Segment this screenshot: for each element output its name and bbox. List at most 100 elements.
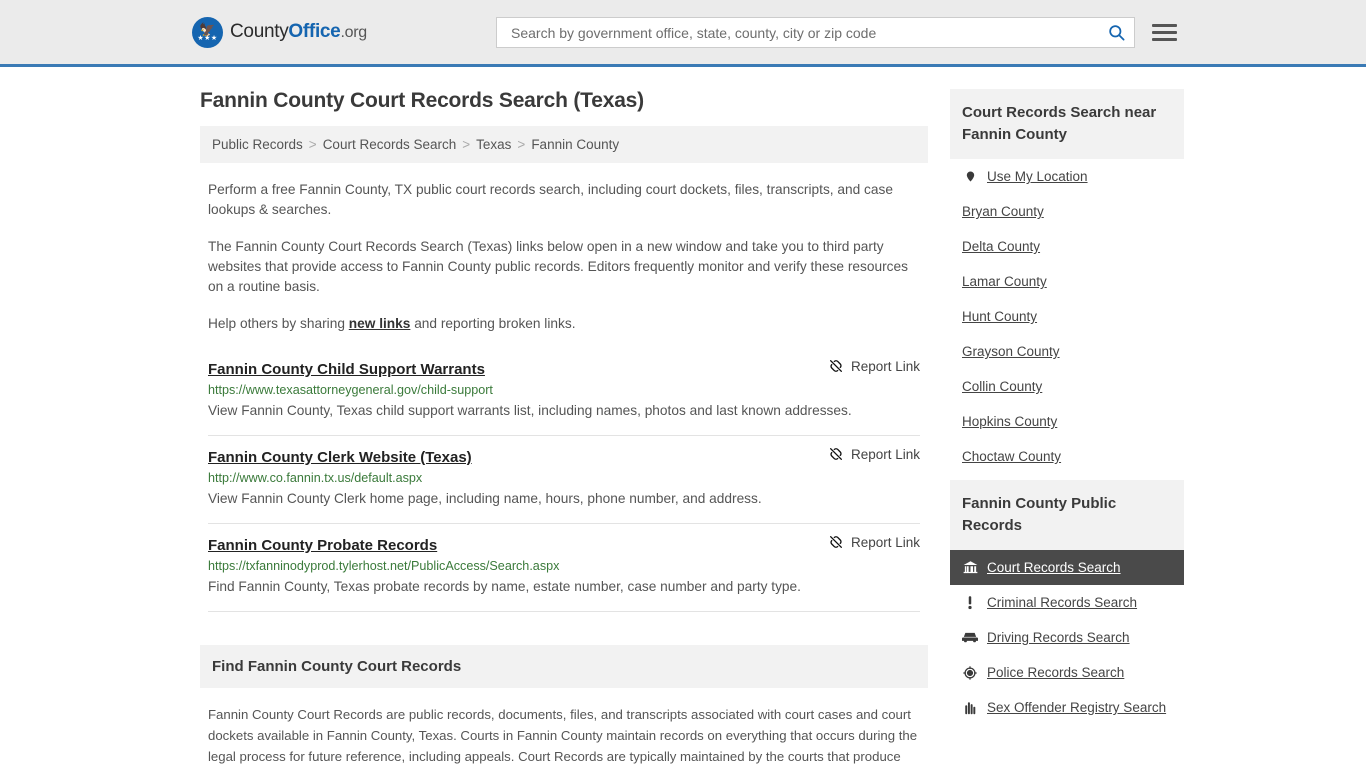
result-url: http://www.co.fannin.tx.us/default.aspx	[208, 471, 423, 485]
eagle-seal-icon: 🦅 ★★★	[192, 16, 223, 48]
public-records-panel: Fannin County Public Records Court Recor…	[950, 480, 1184, 725]
result-header: Fannin County Child Support Warrants Repo…	[208, 358, 920, 379]
nearby-item-hopkins-county[interactable]: Hopkins County	[950, 404, 1184, 439]
result-title-link[interactable]: Fannin County Child Support Warrants	[208, 361, 485, 378]
find-records-heading: Find Fannin County Court Records	[200, 645, 928, 688]
search-box[interactable]	[496, 17, 1135, 48]
result-item: Fannin County Clerk Website (Texas) Repor…	[208, 436, 920, 524]
results-list: Fannin County Child Support Warrants Repo…	[200, 358, 928, 612]
item-label: Grayson County	[962, 344, 1060, 359]
logo-text-county: County	[230, 21, 289, 42]
report-link-button[interactable]: Report Link	[828, 358, 920, 374]
hamburger-bar	[1152, 31, 1177, 34]
nearby-item-use-my-location[interactable]: Use My Location	[950, 159, 1184, 194]
result-url: https://txfanninodyprod.tylerhost.net/Pu…	[208, 559, 560, 573]
nearby-item-lamar-county[interactable]: Lamar County	[950, 264, 1184, 299]
breadcrumb-item-court-records-search[interactable]: Court Records Search	[323, 137, 457, 152]
report-link-label: Report Link	[850, 358, 920, 374]
exclamation-icon	[962, 595, 978, 610]
report-link-label: Report Link	[850, 446, 920, 462]
nearby-item-grayson-county[interactable]: Grayson County	[950, 334, 1184, 369]
item-label: Hunt County	[962, 309, 1038, 324]
nearby-counties-panel: Court Records Search near Fannin County …	[950, 89, 1184, 474]
intro-paragraph-3: Help others by sharing new links and rep…	[200, 314, 928, 334]
intro-paragraph-2: The Fannin County Court Records Search (…	[208, 239, 908, 294]
result-header: Fannin County Probate Records Report Link	[208, 534, 920, 555]
breadcrumb-item-public-records[interactable]: Public Records	[212, 137, 303, 152]
breadcrumb-separator: >	[308, 137, 317, 152]
fingerprint-icon	[962, 700, 978, 715]
site-logo[interactable]: 🦅 ★★★ CountyOffice.org	[192, 16, 367, 48]
logo-text-org: .org	[340, 24, 367, 41]
records-item-sex-offender-registry-search[interactable]: Sex Offender Registry Search	[950, 690, 1184, 725]
records-item-police-records-search[interactable]: Police Records Search	[950, 655, 1184, 690]
result-title-link[interactable]: Fannin County Probate Records	[208, 537, 437, 554]
share-text-after: and reporting broken links.	[410, 316, 576, 331]
result-description: View Fannin County, Texas child support …	[208, 403, 852, 418]
item-label: Delta County	[962, 239, 1041, 254]
car-icon	[962, 631, 978, 644]
item-label: Lamar County	[962, 274, 1047, 289]
intro-paragraph-1: Perform a free Fannin County, TX public …	[208, 182, 893, 217]
find-records-section: Find Fannin County Court Records Fannin …	[200, 645, 928, 768]
logo-text: CountyOffice.org	[230, 21, 367, 43]
public-records-heading: Fannin County Public Records	[950, 480, 1184, 550]
nearby-item-bryan-county[interactable]: Bryan County	[950, 194, 1184, 229]
records-item-court-records-search[interactable]: Court Records Search	[950, 550, 1184, 585]
site-header: 🦅 ★★★ CountyOffice.org	[0, 0, 1366, 67]
courthouse-icon	[962, 560, 978, 575]
result-item: Fannin County Probate Records Report Link…	[208, 524, 920, 612]
item-label: Collin County	[962, 379, 1043, 394]
nearby-item-collin-county[interactable]: Collin County	[950, 369, 1184, 404]
broken-link-icon	[828, 358, 844, 374]
search-icon[interactable]	[1107, 23, 1126, 42]
nearby-item-delta-county[interactable]: Delta County	[950, 229, 1184, 264]
public-records-list: Court Records Search Criminal Records Sea…	[950, 550, 1184, 725]
breadcrumb-separator: >	[517, 137, 526, 152]
item-label: Sex Offender Registry Search	[987, 700, 1167, 715]
result-url: https://www.texasattorneygeneral.gov/chi…	[208, 383, 493, 397]
result-header: Fannin County Clerk Website (Texas) Repor…	[208, 446, 920, 467]
hamburger-bar	[1152, 38, 1177, 41]
map-pin-icon	[962, 169, 978, 184]
main-content: Fannin County Court Records Search (Texa…	[200, 67, 928, 768]
search-input[interactable]	[509, 23, 1107, 42]
new-links-link[interactable]: new links	[349, 316, 411, 331]
page-container: Fannin County Court Records Search (Texa…	[0, 67, 1366, 768]
item-label: Police Records Search	[987, 665, 1125, 680]
breadcrumb-separator: >	[462, 137, 471, 152]
broken-link-icon	[828, 534, 844, 550]
logo-text-office: Office	[288, 21, 341, 42]
nearby-item-choctaw-county[interactable]: Choctaw County	[950, 439, 1184, 474]
broken-link-icon	[828, 446, 844, 462]
result-description: View Fannin County Clerk home page, incl…	[208, 491, 762, 506]
item-label: Court Records Search	[987, 560, 1121, 575]
breadcrumb-item-texas[interactable]: Texas	[476, 137, 511, 152]
breadcrumb: Public Records > Court Records Search > …	[200, 126, 928, 163]
records-item-criminal-records-search[interactable]: Criminal Records Search	[950, 585, 1184, 620]
result-description: Find Fannin County, Texas probate record…	[208, 579, 801, 594]
hamburger-menu-icon[interactable]	[1152, 24, 1177, 41]
find-records-body: Fannin County Court Records are public r…	[208, 707, 918, 764]
breadcrumb-item-fannin-county[interactable]: Fannin County	[531, 137, 619, 152]
report-link-label: Report Link	[850, 534, 920, 550]
item-label: Use My Location	[987, 169, 1088, 184]
police-badge-icon	[962, 665, 978, 680]
item-label: Criminal Records Search	[987, 595, 1138, 610]
records-item-driving-records-search[interactable]: Driving Records Search	[950, 620, 1184, 655]
item-label: Driving Records Search	[987, 630, 1130, 645]
header-search-area	[496, 17, 1177, 48]
nearby-counties-heading: Court Records Search near Fannin County	[950, 89, 1184, 159]
page-title: Fannin County Court Records Search (Texa…	[200, 89, 644, 112]
item-label: Hopkins County	[962, 414, 1058, 429]
sidebar: Court Records Search near Fannin County …	[950, 67, 1184, 731]
hamburger-bar	[1152, 24, 1177, 27]
report-link-button[interactable]: Report Link	[828, 534, 920, 550]
nearby-counties-list: Use My Location Bryan County Delta County L…	[950, 159, 1184, 474]
item-label: Choctaw County	[962, 449, 1062, 464]
item-label: Bryan County	[962, 204, 1044, 219]
result-title-link[interactable]: Fannin County Clerk Website (Texas)	[208, 449, 472, 466]
report-link-button[interactable]: Report Link	[828, 446, 920, 462]
nearby-item-hunt-county[interactable]: Hunt County	[950, 299, 1184, 334]
share-text-before: Help others by sharing	[208, 316, 349, 331]
